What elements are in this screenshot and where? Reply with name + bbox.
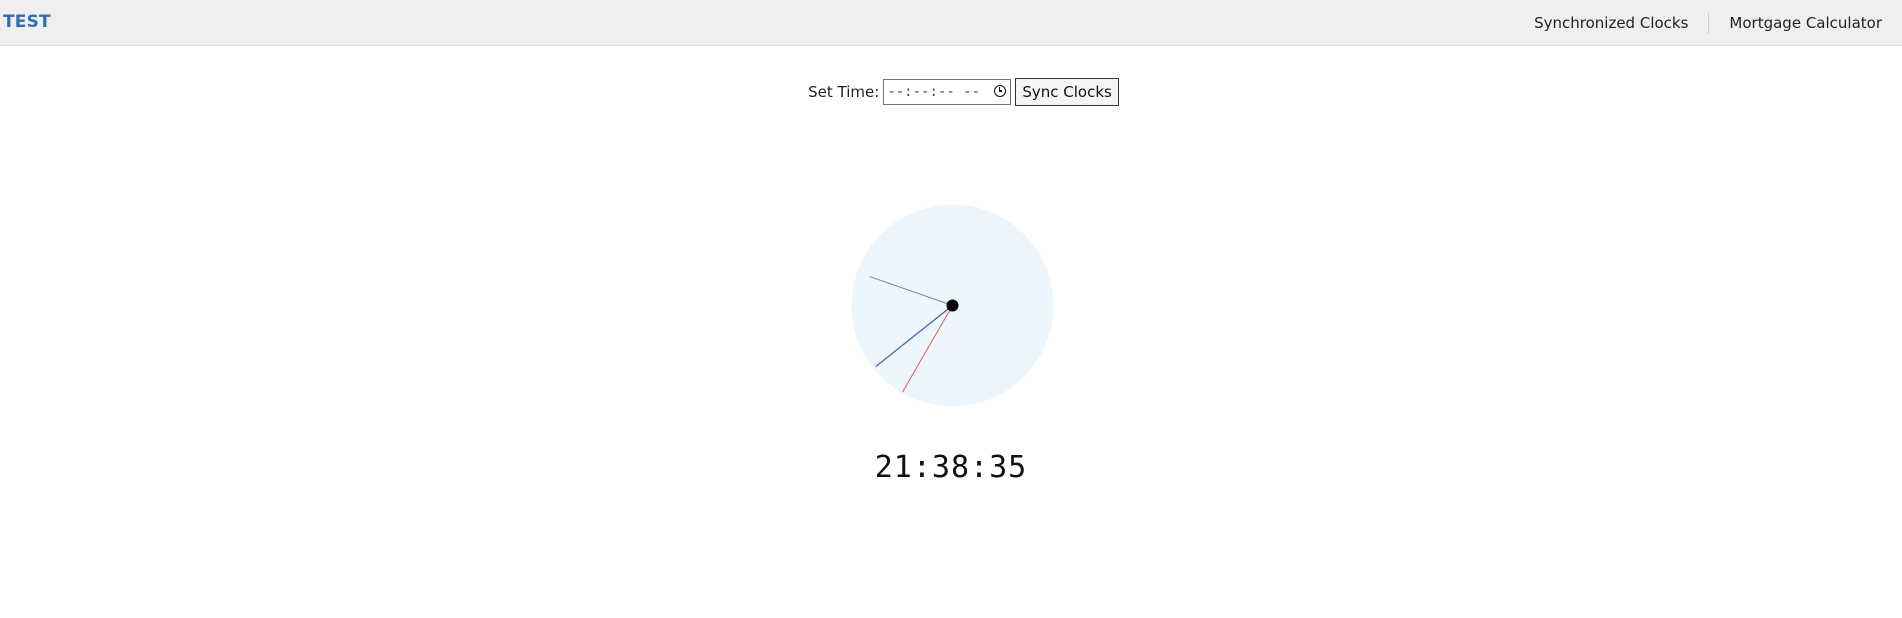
sync-clocks-button[interactable]: Sync Clocks (1015, 78, 1119, 106)
brand-logo[interactable]: TEST (3, 12, 51, 32)
clock-icon[interactable] (994, 85, 1007, 97)
set-time-label: Set Time: (808, 83, 880, 101)
nav-link-synchronized-clocks[interactable]: Synchronized Clocks (1514, 14, 1708, 32)
top-navbar: TEST Synchronized Clocks Mortgage Calcul… (0, 0, 1902, 46)
nav-link-mortgage-calculator[interactable]: Mortgage Calculator (1709, 14, 1902, 32)
clock-center-pin (946, 299, 959, 312)
time-input[interactable]: --:--:-- -- (883, 79, 1012, 105)
time-input-value: --:--:-- -- (887, 84, 981, 100)
time-controls: Set Time: --:--:-- -- Sync Clocks (0, 78, 1902, 106)
digital-clock: 21:38:35 (874, 450, 1028, 485)
analog-clock (851, 204, 1054, 407)
analog-clock-svg (851, 204, 1054, 407)
nav-links: Synchronized Clocks Mortgage Calculator (1514, 0, 1902, 46)
